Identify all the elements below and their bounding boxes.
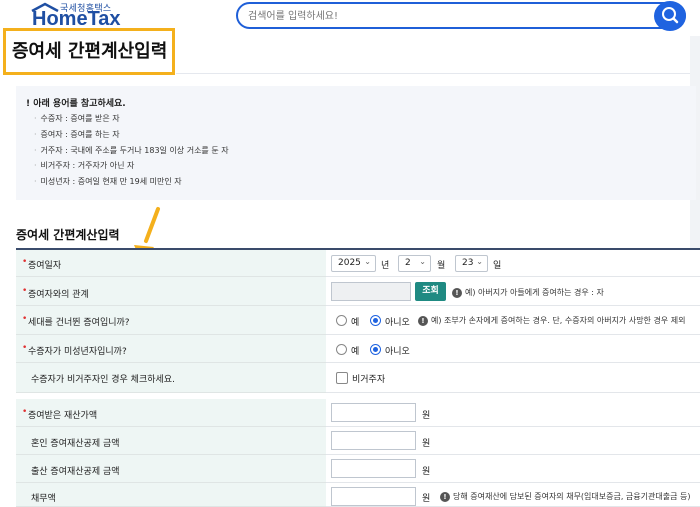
row-value-bg (326, 335, 700, 363)
notice-item: · 수증자 : 증여를 받은 자 (34, 114, 120, 123)
search-button[interactable] (654, 1, 686, 31)
radio-label: 아니오 (385, 347, 410, 357)
required-mark: • (22, 343, 28, 353)
page-title: 증여세 간편계산입력 (12, 41, 168, 62)
minor-no-radio[interactable] (370, 344, 381, 355)
won-unit: 원 (422, 439, 431, 449)
radio-label: 예 (351, 347, 360, 357)
relation-hint: ! 예) 아버지가 아들에게 증여하는 경우 : 자 (452, 287, 604, 298)
nonresident-label: 수증자가 비거주자인 경우 체크하세요. (31, 375, 175, 385)
title-divider (176, 73, 690, 74)
notice-item: · 미성년자 : 증여일 현재 만 19세 미만인 자 (34, 177, 182, 186)
minor-label: 수증자가 미성년자입니까? (28, 347, 127, 357)
day-select[interactable]: 23 ⌄ (455, 255, 488, 272)
day-unit: 일 (493, 261, 502, 271)
generation-skip-label: 세대를 건너뛴 증여입니까? (28, 318, 130, 328)
search-input[interactable] (248, 7, 628, 25)
notice-item: · 거주자 : 국내에 주소를 두거나 183일 이상 거소를 둔 자 (34, 146, 229, 155)
minor-yes-radio[interactable] (336, 344, 347, 355)
debt-label: 채무액 (31, 494, 56, 504)
year-select[interactable]: 2025 ⌄ (331, 255, 376, 272)
won-unit: 원 (422, 411, 431, 421)
required-mark: • (22, 286, 28, 296)
notice-item: · 비거주자 : 거주자가 아닌 자 (34, 161, 135, 170)
debt-hint: ! 당해 증여재산에 담보된 증여자의 채무(임대보증금, 금융기관대출금 등) (440, 491, 690, 502)
row-label-bg (16, 250, 326, 277)
notice-item: · 증여자 : 증여를 하는 자 (34, 130, 120, 139)
gift-date-label: 증여일자 (28, 261, 62, 271)
gift-value-label: 증여받은 재산가액 (28, 411, 98, 421)
generation-skip-no-radio[interactable] (370, 315, 381, 326)
info-icon: ! (452, 287, 462, 298)
radio-label: 아니오 (385, 318, 410, 328)
chevron-down-icon: ⌄ (476, 257, 483, 266)
marriage-deduction-input[interactable] (331, 431, 416, 450)
month-unit: 월 (437, 261, 446, 271)
debt-input[interactable] (331, 487, 416, 506)
won-unit: 원 (422, 467, 431, 477)
generation-skip-hint: ! 예) 조부가 손자에게 증여하는 경우. 단, 수증자의 아버지가 사망한 경… (418, 315, 685, 326)
search-box[interactable] (236, 2, 686, 29)
section-title: 증여세 간편계산입력 (16, 228, 120, 242)
info-icon: ! (440, 491, 450, 502)
required-mark: • (22, 257, 28, 267)
relation-label: 증여자와의 관계 (28, 290, 89, 300)
birth-deduction-label: 출산 증여재산공제 금액 (31, 467, 120, 477)
generation-skip-yes-radio[interactable] (336, 315, 347, 326)
lookup-button[interactable]: 조회 (415, 282, 446, 301)
radio-label: 예 (351, 318, 360, 328)
birth-deduction-input[interactable] (331, 459, 416, 478)
required-mark: • (22, 407, 28, 417)
search-icon (662, 7, 679, 24)
marriage-deduction-label: 혼인 증여재산공제 금액 (31, 439, 120, 449)
checkbox-label: 비거주자 (352, 375, 386, 385)
gift-value-input[interactable] (331, 403, 416, 422)
chevron-down-icon: ⌄ (419, 257, 426, 266)
required-mark: • (22, 314, 28, 324)
month-select[interactable]: 2 ⌄ (398, 255, 431, 272)
notice-heading: ! 아래 용어를 참고하세요. (26, 99, 126, 109)
row-label-bg (16, 483, 326, 507)
chevron-down-icon: ⌄ (364, 257, 371, 266)
won-unit: 원 (422, 494, 431, 504)
year-unit: 년 (381, 261, 390, 271)
info-icon: ! (418, 315, 428, 326)
relation-field[interactable] (331, 282, 411, 301)
nonresident-checkbox[interactable] (336, 372, 348, 384)
